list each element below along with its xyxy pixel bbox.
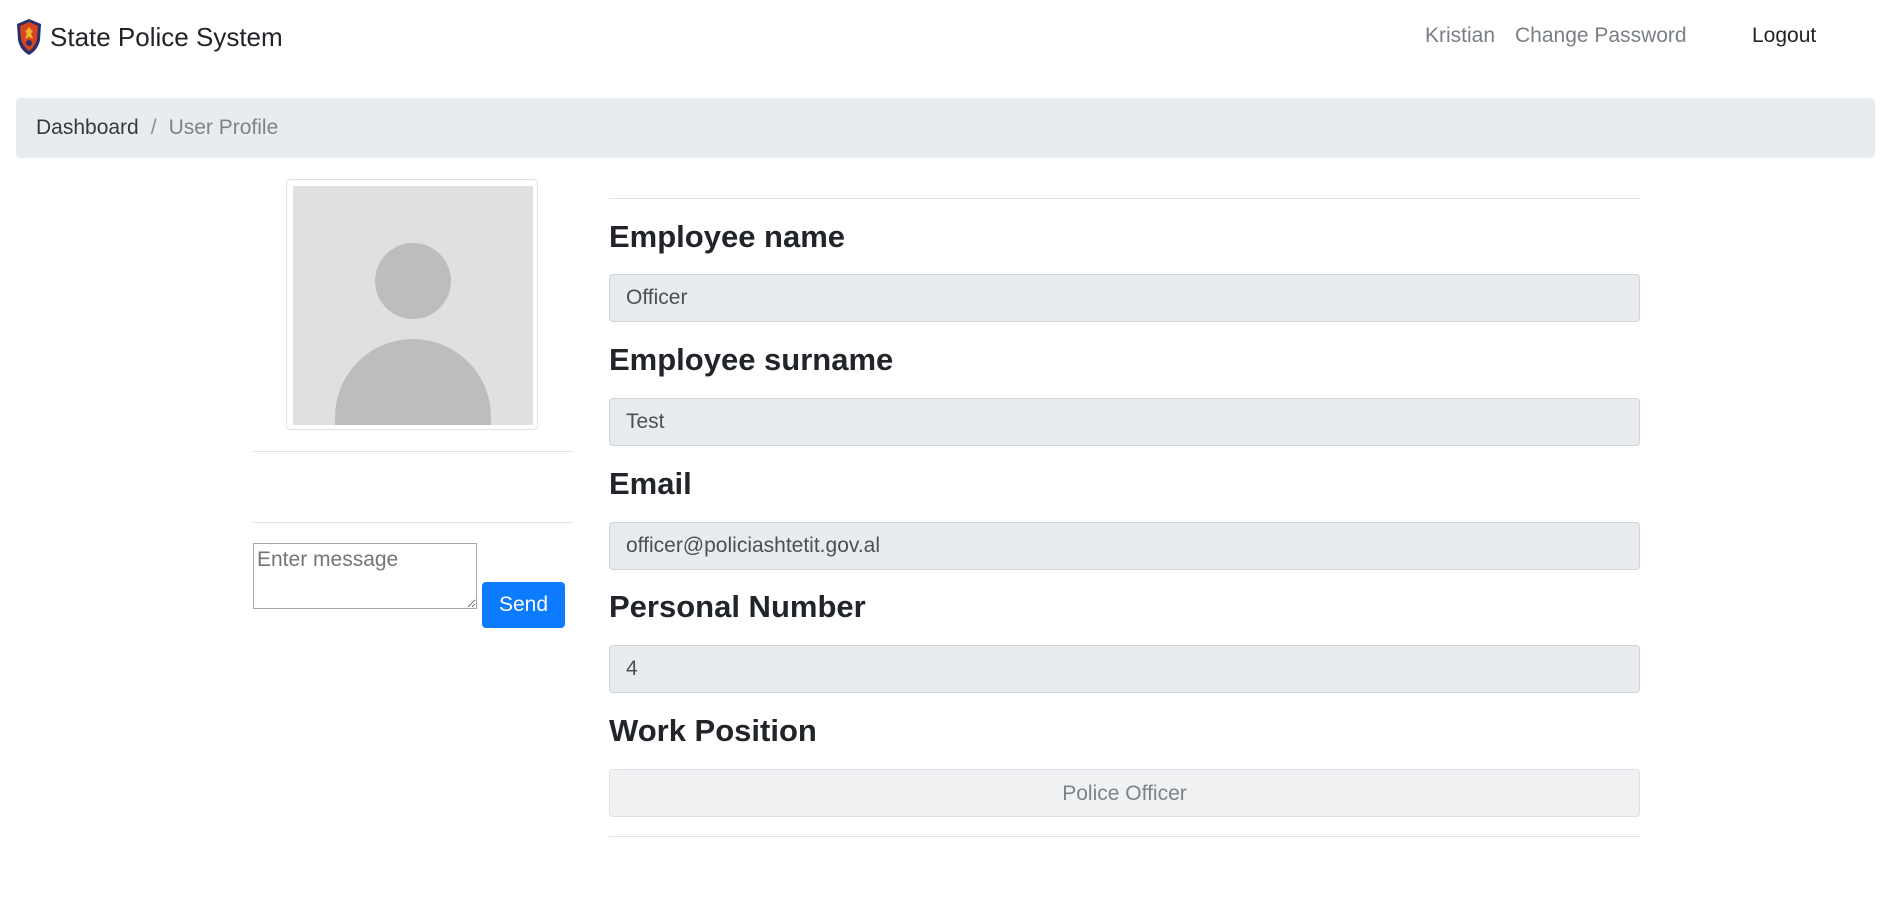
message-input[interactable] — [253, 543, 477, 609]
form-divider-top — [609, 198, 1640, 199]
email-field[interactable] — [609, 522, 1640, 570]
breadcrumb: Dashboard / User Profile — [16, 98, 1875, 158]
employee-name-field[interactable] — [609, 274, 1640, 322]
police-shield-icon — [17, 19, 41, 55]
employee-surname-label: Employee surname — [609, 342, 894, 377]
avatar-body — [335, 339, 491, 425]
employee-surname-field[interactable] — [609, 398, 1640, 446]
user-avatar-placeholder-icon — [293, 186, 533, 425]
sidebar-divider-top — [253, 451, 573, 452]
personal-number-label: Personal Number — [609, 589, 866, 624]
brand-title: State Police System — [50, 22, 283, 52]
breadcrumb-dashboard-link[interactable]: Dashboard — [36, 116, 139, 140]
form-divider-bottom — [609, 836, 1640, 837]
brand-link[interactable]: State Police System — [16, 18, 283, 56]
email-label: Email — [609, 466, 692, 501]
nav-user-link[interactable]: Kristian — [1425, 22, 1495, 50]
send-button[interactable]: Send — [482, 582, 565, 628]
avatar-head — [375, 243, 451, 319]
nav-logout-link[interactable]: Logout — [1752, 22, 1816, 50]
avatar-frame — [286, 179, 538, 430]
breadcrumb-separator: / — [150, 116, 157, 139]
employee-name-label: Employee name — [609, 219, 846, 254]
nav-change-password-link[interactable]: Change Password — [1515, 22, 1687, 50]
sidebar-divider-bottom — [253, 522, 573, 523]
breadcrumb-current: User Profile — [168, 116, 279, 139]
work-position-label: Work Position — [609, 713, 817, 748]
top-navbar: State Police System Kristian Change Pass… — [0, 0, 1888, 72]
personal-number-field[interactable] — [609, 645, 1640, 693]
work-position-select[interactable]: Police Officer — [609, 769, 1640, 817]
